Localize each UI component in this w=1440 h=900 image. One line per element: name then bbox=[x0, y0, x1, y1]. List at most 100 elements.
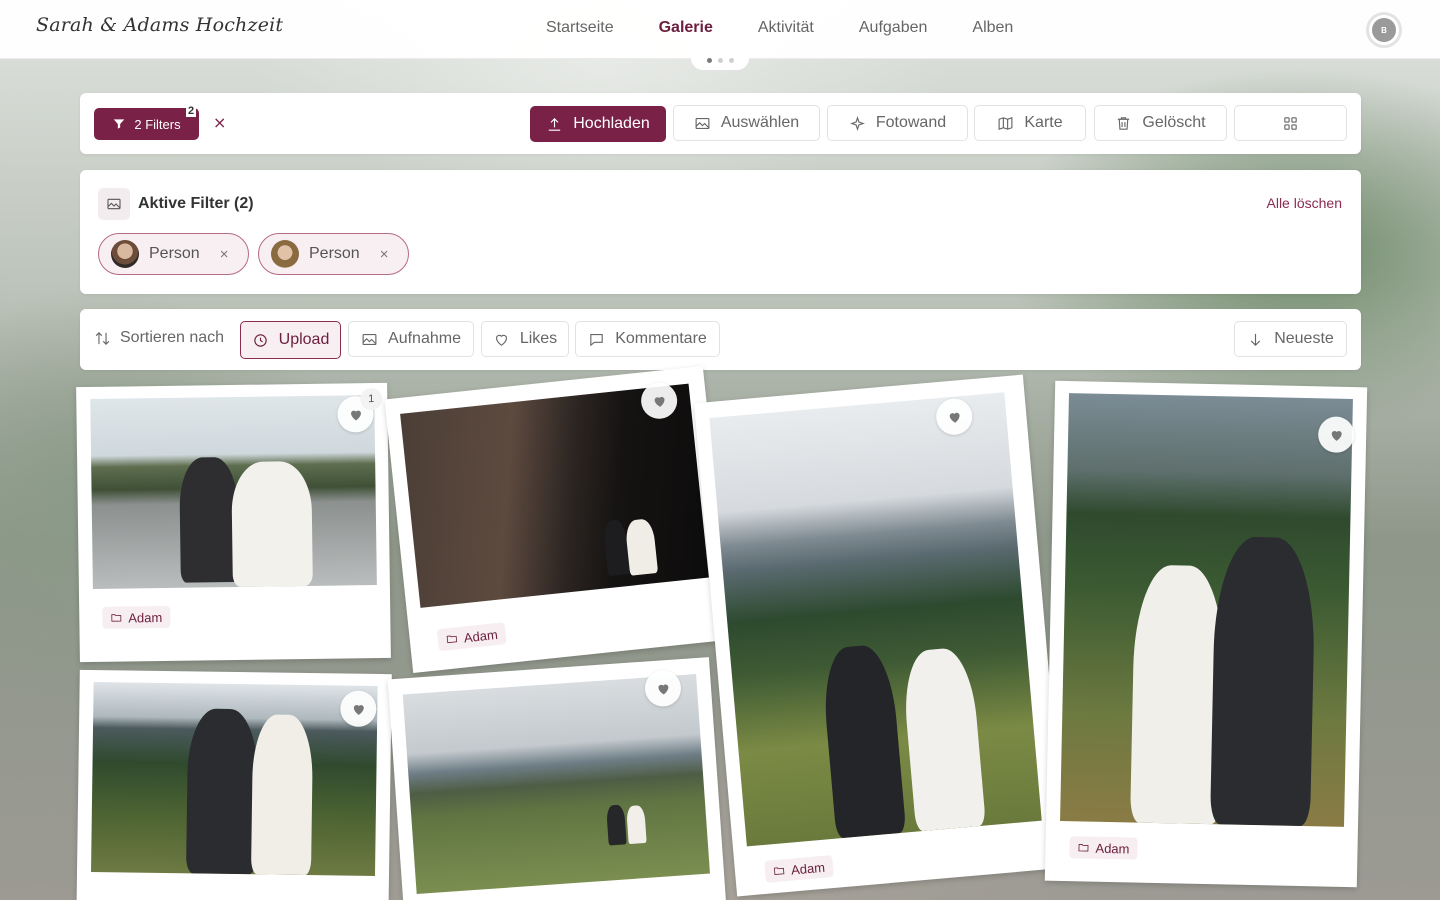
nav-gallery[interactable]: Galerie bbox=[659, 19, 713, 37]
deleted-button[interactable]: Gelöscht bbox=[1094, 105, 1227, 141]
filter-image-icon bbox=[98, 188, 130, 220]
nav-home[interactable]: Startseite bbox=[546, 19, 614, 37]
filter-chip-person-1[interactable]: Person × bbox=[98, 233, 249, 275]
nav-tasks[interactable]: Aufgaben bbox=[859, 19, 928, 37]
groom-figure bbox=[185, 708, 259, 875]
filters-count-badge: 2 bbox=[186, 105, 197, 117]
heart-icon bbox=[657, 684, 668, 695]
nav-albums[interactable]: Alben bbox=[972, 19, 1013, 37]
upload-icon bbox=[549, 117, 561, 131]
sort-comments-button[interactable]: Kommentare bbox=[575, 321, 720, 357]
album-label: Adam bbox=[463, 626, 499, 645]
map-button[interactable]: Karte bbox=[974, 105, 1086, 141]
sort-icon bbox=[95, 331, 110, 345]
clear-all-link[interactable]: Alle löschen bbox=[1267, 195, 1343, 211]
remove-chip-button[interactable]: × bbox=[220, 246, 229, 263]
chip-label: Person bbox=[309, 245, 360, 262]
folder-icon bbox=[1078, 843, 1089, 852]
clear-filters-button[interactable]: × bbox=[213, 114, 226, 132]
bride-figure bbox=[250, 714, 314, 876]
album-tag[interactable]: Adam bbox=[1069, 836, 1138, 860]
album-label: Adam bbox=[128, 609, 163, 625]
groom-figure bbox=[819, 643, 907, 839]
sort-label-text: Sortieren nach bbox=[120, 329, 225, 346]
map-icon bbox=[998, 116, 1013, 130]
filter-chip-person-2[interactable]: Person × bbox=[258, 233, 409, 275]
image-icon bbox=[695, 117, 710, 129]
photo-card[interactable]: Adam bbox=[1044, 380, 1368, 888]
user-avatar[interactable]: B bbox=[1366, 12, 1402, 48]
gallery-toolbar: 2 Filters 2 × Hochladen Auswählen Fotowa… bbox=[80, 93, 1361, 154]
upload-label: Hochladen bbox=[573, 115, 650, 132]
photo-image[interactable] bbox=[90, 395, 377, 589]
filters-button[interactable]: 2 Filters bbox=[94, 108, 199, 140]
sort-bar: Sortieren nach Upload Aufnahme Likes Kom… bbox=[80, 309, 1361, 370]
groom-figure bbox=[602, 519, 631, 577]
photowall-button[interactable]: Fotowand bbox=[827, 105, 968, 141]
sparkles-icon bbox=[849, 115, 865, 131]
photo-card[interactable] bbox=[76, 669, 392, 900]
album-tag[interactable]: Adam bbox=[764, 855, 834, 883]
select-button[interactable]: Auswählen bbox=[673, 105, 820, 141]
carousel-dot[interactable] bbox=[717, 57, 723, 63]
sort-upload-label: Upload bbox=[278, 331, 330, 348]
app-title[interactable]: Sarah & Adams Hochzeit bbox=[36, 14, 283, 36]
sort-likes-label: Likes bbox=[519, 330, 558, 347]
filter-icon bbox=[114, 119, 125, 129]
clock-icon bbox=[253, 333, 267, 347]
album-tag[interactable]: Adam bbox=[436, 622, 507, 652]
heart-icon bbox=[353, 704, 364, 715]
album-label: Adam bbox=[790, 859, 826, 878]
groom-figure bbox=[1210, 536, 1317, 827]
photo-image[interactable] bbox=[402, 674, 710, 895]
folder-icon bbox=[773, 867, 785, 875]
trash-icon bbox=[1118, 116, 1130, 130]
comment-icon bbox=[590, 333, 603, 346]
grid-view-button[interactable] bbox=[1234, 105, 1347, 141]
album-tag[interactable]: Adam bbox=[102, 605, 171, 629]
carousel-indicator[interactable] bbox=[691, 50, 749, 70]
deleted-label: Gelöscht bbox=[1142, 114, 1206, 131]
bride-figure bbox=[900, 646, 986, 832]
bride-figure bbox=[626, 804, 647, 845]
photo-card[interactable] bbox=[387, 657, 727, 900]
heart-icon bbox=[949, 412, 960, 423]
like-count-badge: 1 bbox=[360, 387, 383, 411]
image-icon bbox=[362, 333, 377, 345]
photo-card[interactable]: Adam bbox=[384, 366, 732, 673]
sort-label: Sortieren nach bbox=[94, 329, 224, 347]
photo-image[interactable] bbox=[709, 392, 1042, 847]
person-avatar bbox=[271, 240, 299, 268]
bride-figure bbox=[231, 460, 313, 588]
heart-icon bbox=[1331, 430, 1342, 441]
select-label: Auswählen bbox=[720, 114, 800, 131]
chip-label: Person bbox=[149, 245, 200, 262]
sort-capture-label: Aufnahme bbox=[388, 330, 461, 347]
carousel-dot[interactable] bbox=[728, 57, 734, 63]
upload-button[interactable]: Hochladen bbox=[530, 106, 666, 142]
photo-card[interactable]: Adam bbox=[694, 374, 1066, 897]
groom-figure bbox=[605, 804, 627, 846]
sort-order-button[interactable]: Neueste bbox=[1234, 321, 1347, 357]
sort-capture-button[interactable]: Aufnahme bbox=[348, 321, 474, 357]
folder-icon bbox=[111, 614, 122, 622]
remove-chip-button[interactable]: × bbox=[380, 246, 389, 263]
arrow-down-icon bbox=[1251, 333, 1261, 346]
photo-image[interactable] bbox=[91, 682, 378, 876]
filters-label: 2 Filters bbox=[134, 116, 181, 132]
main-nav: Startseite Galerie Aktivität Aufgaben Al… bbox=[546, 19, 1058, 37]
photowall-label: Fotowand bbox=[875, 114, 947, 131]
grid-icon bbox=[1284, 116, 1297, 130]
album-label: Adam bbox=[1095, 840, 1130, 856]
nav-activity[interactable]: Aktivität bbox=[758, 19, 814, 37]
map-label: Karte bbox=[1024, 114, 1063, 131]
photo-image[interactable] bbox=[1060, 393, 1353, 827]
sort-upload-button[interactable]: Upload bbox=[240, 321, 341, 359]
sort-likes-button[interactable]: Likes bbox=[481, 321, 569, 357]
heart-icon bbox=[350, 410, 361, 420]
folder-icon bbox=[446, 635, 458, 644]
carousel-dot[interactable] bbox=[706, 57, 712, 63]
heart-icon bbox=[495, 334, 507, 346]
user-initial: B bbox=[1372, 18, 1396, 42]
photo-card[interactable]: 1 Adam bbox=[76, 382, 391, 663]
